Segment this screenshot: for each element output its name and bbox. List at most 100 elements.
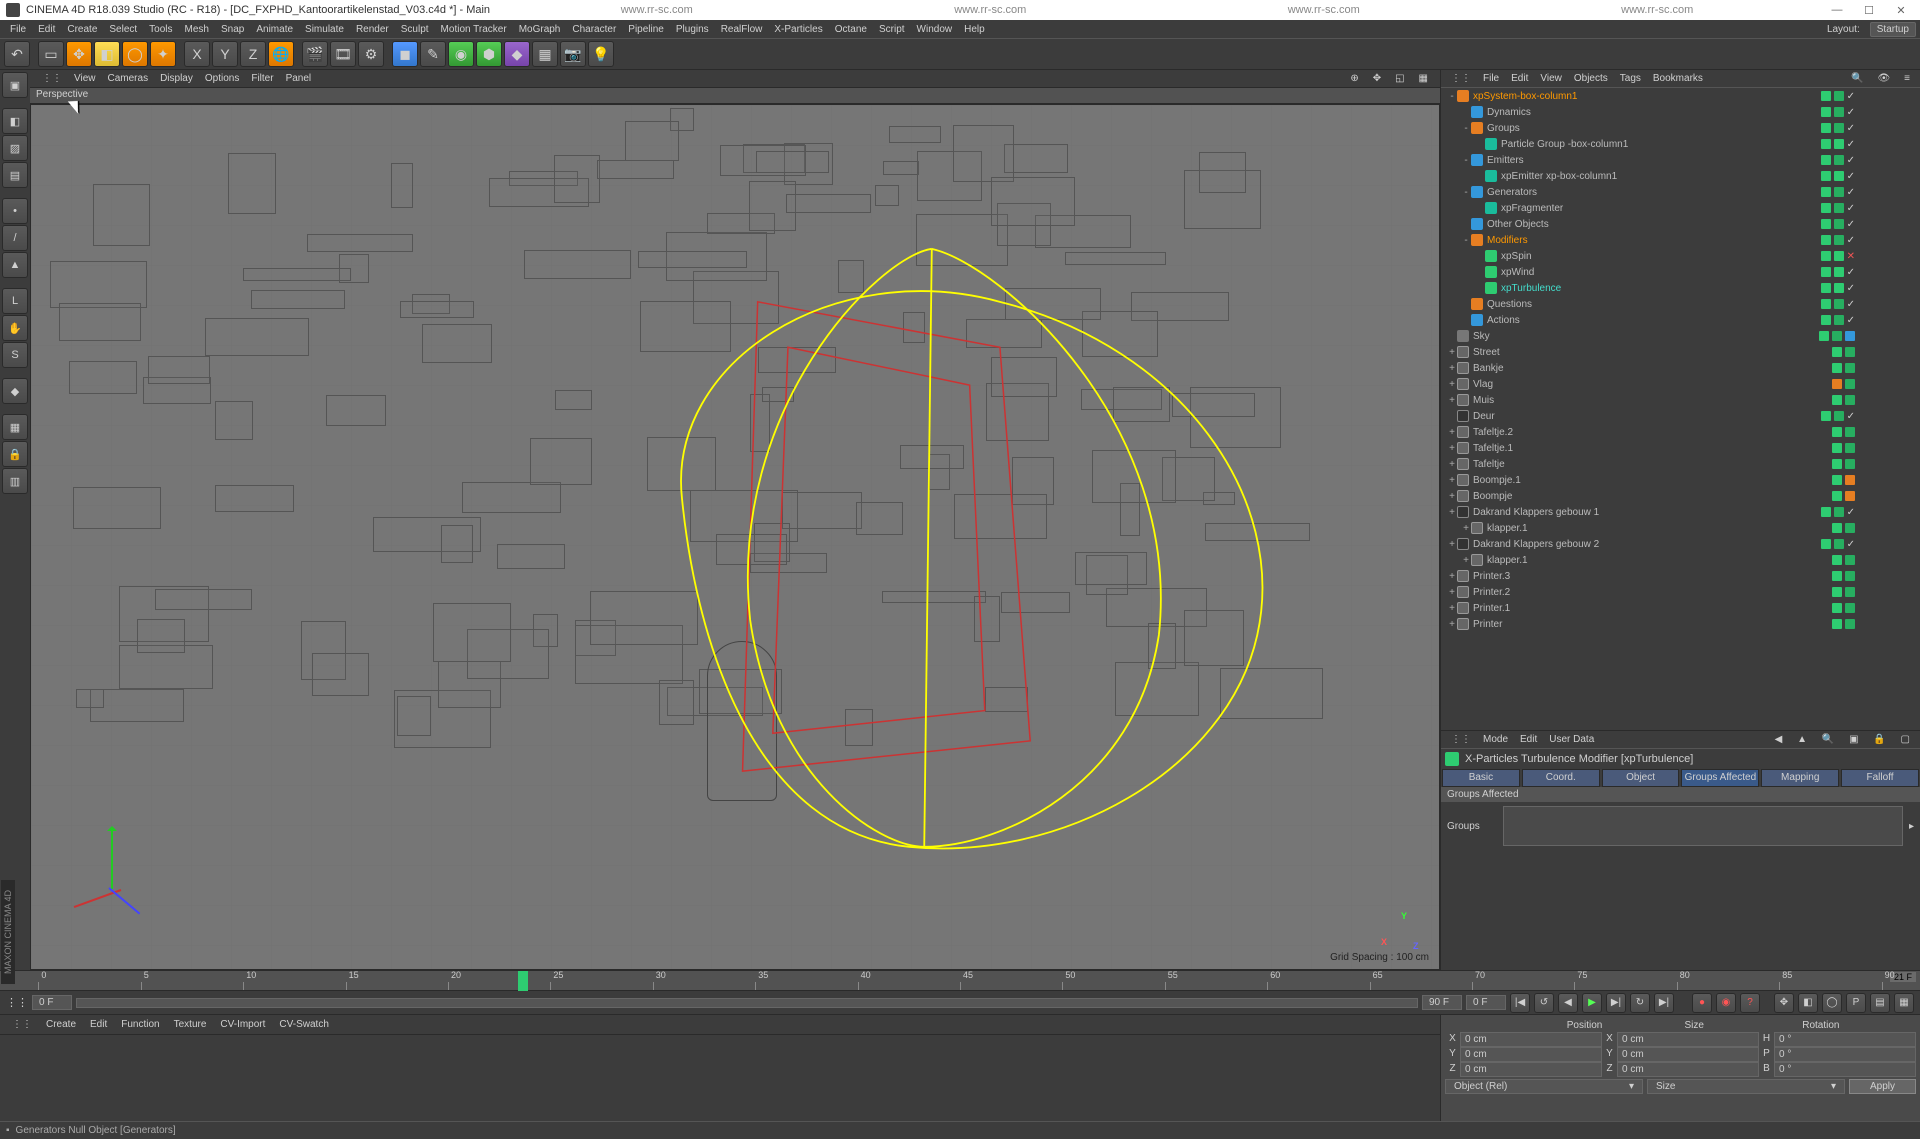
expander-icon[interactable]: + xyxy=(1447,459,1457,470)
object-name[interactable]: Boompje.1 xyxy=(1473,475,1832,486)
obj-menu-file[interactable]: File xyxy=(1477,73,1505,84)
expander-icon[interactable]: + xyxy=(1447,507,1457,518)
object-tags[interactable] xyxy=(1832,523,1920,533)
tree-row[interactable]: xpSpin✕ xyxy=(1441,248,1920,264)
tree-row[interactable]: Dynamics✓ xyxy=(1441,104,1920,120)
size-z-field[interactable] xyxy=(1617,1062,1759,1077)
object-tags[interactable]: ✓ xyxy=(1821,155,1920,166)
object-name[interactable]: Street xyxy=(1473,347,1832,358)
object-tags[interactable]: ✓ xyxy=(1821,507,1920,518)
start-frame-field[interactable]: 0 F xyxy=(32,995,72,1010)
tree-row[interactable]: xpTurbulence✓ xyxy=(1441,280,1920,296)
menu-window[interactable]: Window xyxy=(911,24,959,35)
tree-row[interactable]: +Muis xyxy=(1441,392,1920,408)
menu-tools[interactable]: Tools xyxy=(143,24,178,35)
object-name[interactable]: Particle Group -box-column1 xyxy=(1501,139,1821,150)
misc-mode[interactable]: ▥ xyxy=(2,468,28,494)
attr-menu-user-data[interactable]: User Data xyxy=(1543,734,1600,745)
autokey-button[interactable]: ◉ xyxy=(1716,993,1736,1013)
object-name[interactable]: xpSpin xyxy=(1501,251,1821,262)
edge-mode[interactable]: / xyxy=(2,225,28,251)
expander-icon[interactable]: + xyxy=(1461,523,1471,534)
key-rot[interactable]: ◯ xyxy=(1822,993,1842,1013)
menu-motion-tracker[interactable]: Motion Tracker xyxy=(435,24,513,35)
tree-row[interactable]: +Printer xyxy=(1441,616,1920,632)
texture-mode[interactable]: ▨ xyxy=(2,135,28,161)
move-tool[interactable]: ✥ xyxy=(66,41,92,67)
tab-object[interactable]: Object xyxy=(1602,769,1680,787)
object-name[interactable]: Dakrand Klappers gebouw 1 xyxy=(1473,507,1821,518)
object-name[interactable]: Printer xyxy=(1473,619,1832,630)
main-menubar[interactable]: FileEditCreateSelectToolsMeshSnapAnimate… xyxy=(0,20,1920,38)
scale-tool[interactable]: ◧ xyxy=(94,41,120,67)
goto-end[interactable]: ▶| xyxy=(1654,993,1674,1013)
grip-icon[interactable]: ⋮⋮ xyxy=(1445,73,1477,84)
groups-dropzone[interactable] xyxy=(1503,806,1903,846)
tree-row[interactable]: Particle Group -box-column1✓ xyxy=(1441,136,1920,152)
obj-menu-objects[interactable]: Objects xyxy=(1568,73,1614,84)
rotate-tool[interactable]: ◯ xyxy=(122,41,148,67)
object-name[interactable]: Boompje xyxy=(1473,491,1832,502)
mat-menu-cv-import[interactable]: CV-Import xyxy=(214,1019,271,1030)
object-tags[interactable]: ✓ xyxy=(1821,219,1920,230)
mat-menu-cv-swatch[interactable]: CV-Swatch xyxy=(273,1019,334,1030)
workplane-lock[interactable]: ◆ xyxy=(2,378,28,404)
prev-frame[interactable]: ◀ xyxy=(1558,993,1578,1013)
object-name[interactable]: xpTurbulence xyxy=(1501,283,1821,294)
object-tags[interactable]: ✓ xyxy=(1821,315,1920,326)
point-mode[interactable]: • xyxy=(2,198,28,224)
expander-icon[interactable]: + xyxy=(1447,347,1457,358)
vp-menu-filter[interactable]: Filter xyxy=(245,73,279,84)
object-name[interactable]: Deur xyxy=(1473,411,1821,422)
keyframe-sel[interactable]: ? xyxy=(1740,993,1760,1013)
expander-icon[interactable]: + xyxy=(1447,539,1457,550)
object-name[interactable]: Printer.3 xyxy=(1473,571,1832,582)
pos-x-field[interactable] xyxy=(1460,1032,1602,1047)
expander-icon[interactable]: + xyxy=(1447,379,1457,390)
expander-icon[interactable]: + xyxy=(1447,491,1457,502)
object-tags[interactable]: ✓ xyxy=(1821,267,1920,278)
object-tags[interactable]: ✓ xyxy=(1821,235,1920,246)
tree-row[interactable]: +Dakrand Klappers gebouw 2✓ xyxy=(1441,536,1920,552)
menu-realflow[interactable]: RealFlow xyxy=(715,24,769,35)
tree-row[interactable]: +Printer.3 xyxy=(1441,568,1920,584)
obj-menu-tags[interactable]: Tags xyxy=(1614,73,1647,84)
attr-menu-mode[interactable]: Mode xyxy=(1477,734,1514,745)
grip-icon[interactable]: ⋮⋮ xyxy=(1445,734,1477,745)
object-name[interactable]: Sky xyxy=(1473,331,1819,342)
last-tool[interactable]: ✦ xyxy=(150,41,176,67)
menu-file[interactable]: File xyxy=(4,24,32,35)
close-button[interactable]: ✕ xyxy=(1888,2,1914,18)
live-select-tool[interactable]: ▭ xyxy=(38,41,64,67)
z-axis-lock[interactable]: Z xyxy=(240,41,266,67)
tree-row[interactable]: +Bankje xyxy=(1441,360,1920,376)
size-y-field[interactable] xyxy=(1617,1047,1759,1062)
viewport-canvas[interactable]: Y X Z Grid Spacing : 100 cm xyxy=(30,104,1440,970)
object-name[interactable]: Printer.2 xyxy=(1473,587,1832,598)
key-scale[interactable]: ◧ xyxy=(1798,993,1818,1013)
object-tags[interactable] xyxy=(1832,555,1920,565)
tab-basic[interactable]: Basic xyxy=(1442,769,1520,787)
size-x-field[interactable] xyxy=(1617,1032,1759,1047)
object-name[interactable]: Questions xyxy=(1487,299,1821,310)
mat-menu-edit[interactable]: Edit xyxy=(84,1019,113,1030)
key-anim[interactable]: ▦ xyxy=(1894,993,1914,1013)
expander-icon[interactable]: + xyxy=(1447,443,1457,454)
max-icon[interactable]: ▢ xyxy=(1895,734,1916,745)
key-pos[interactable]: ✥ xyxy=(1774,993,1794,1013)
viewport-menubar[interactable]: ⋮⋮ViewCamerasDisplayOptionsFilterPanel ⊕… xyxy=(30,70,1440,88)
obj-menu-bookmarks[interactable]: Bookmarks xyxy=(1647,73,1709,84)
layout-dropdown[interactable]: Startup xyxy=(1870,22,1916,37)
objects-menubar[interactable]: ⋮⋮FileEditViewObjectsTagsBookmarks 🔍 👁 ≡ xyxy=(1441,70,1920,88)
vp-pan-icon[interactable]: ✥ xyxy=(1367,73,1387,84)
object-tags[interactable]: ✓ xyxy=(1821,107,1920,118)
object-name[interactable]: Generators xyxy=(1487,187,1821,198)
lock-view[interactable]: 🔒 xyxy=(2,441,28,467)
expander-icon[interactable]: - xyxy=(1461,187,1471,198)
viewport-solo[interactable]: ▦ xyxy=(2,414,28,440)
make-editable[interactable]: ▣ xyxy=(2,72,28,98)
tree-row[interactable]: -Generators✓ xyxy=(1441,184,1920,200)
object-name[interactable]: Other Objects xyxy=(1487,219,1821,230)
render-view[interactable]: 🎬 xyxy=(302,41,328,67)
mat-menu-function[interactable]: Function xyxy=(115,1019,165,1030)
